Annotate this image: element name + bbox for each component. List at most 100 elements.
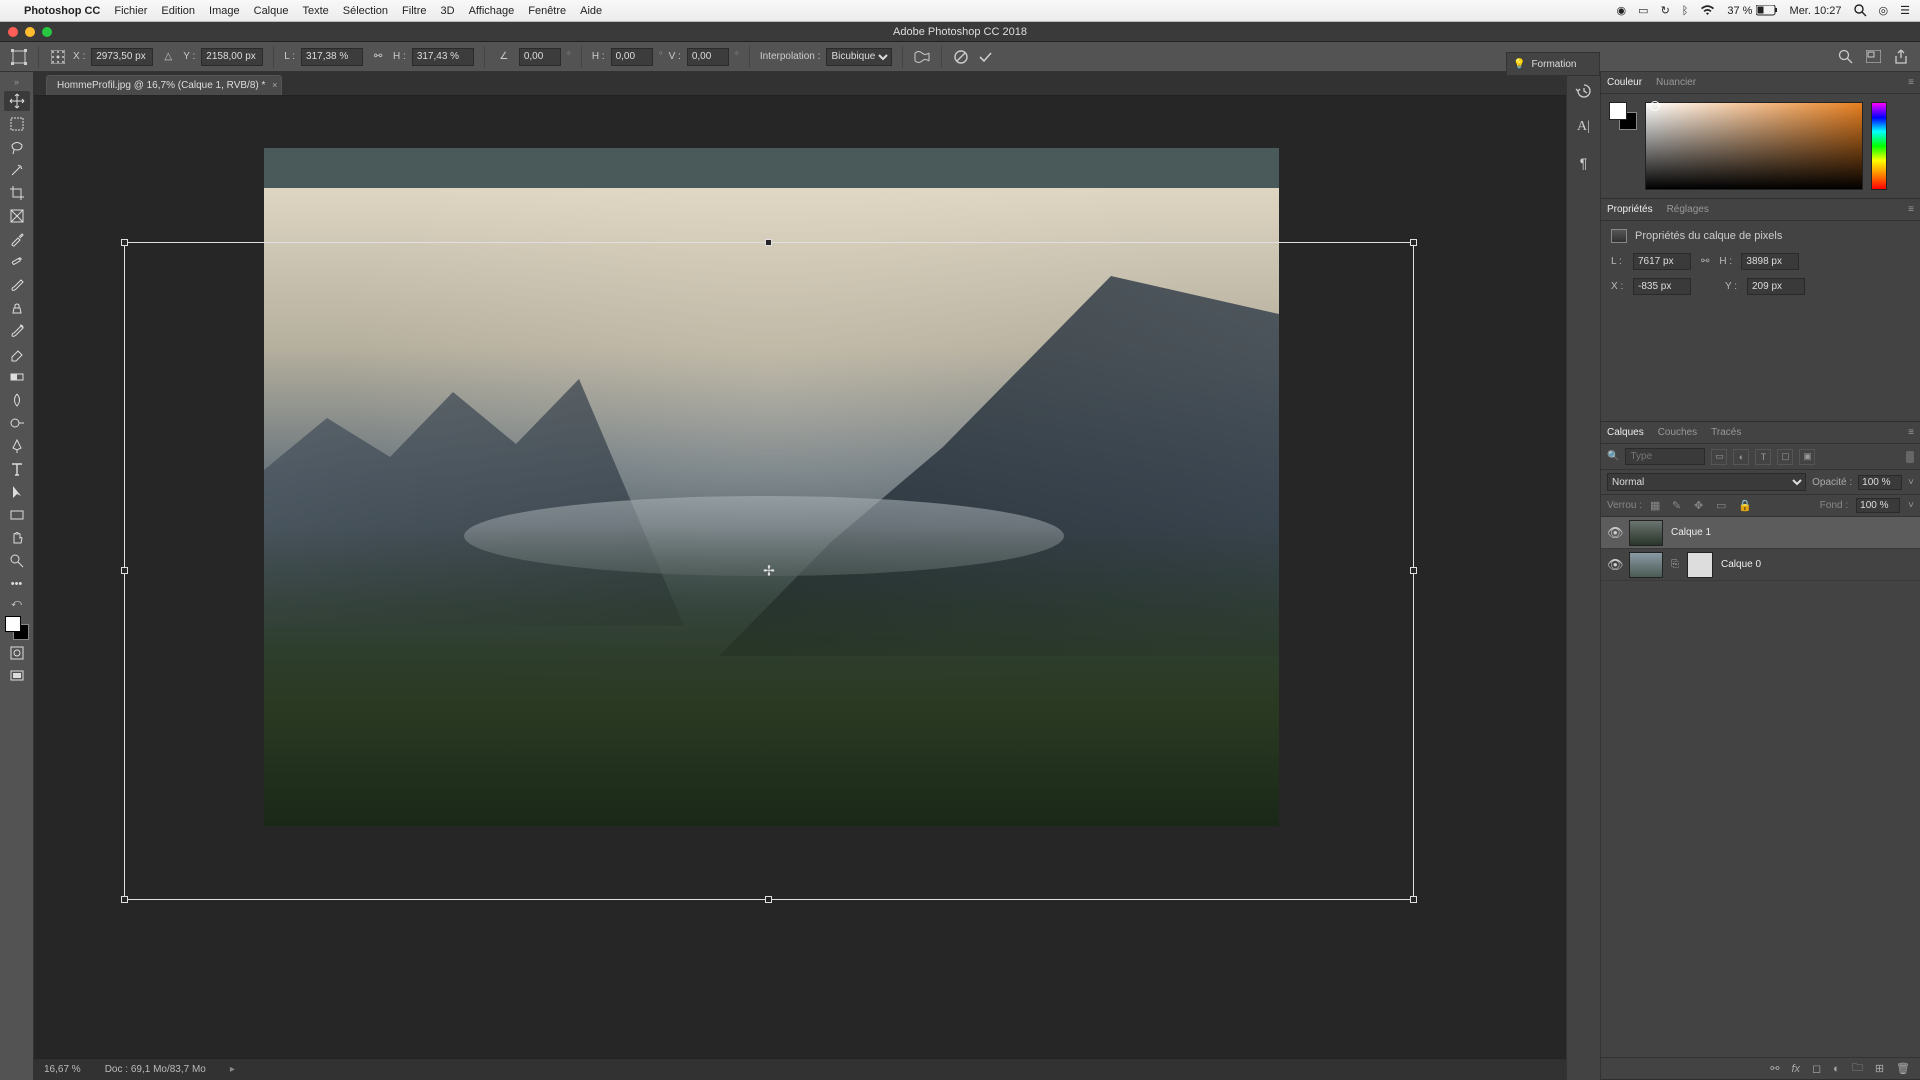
layer-name[interactable]: Calque 1 xyxy=(1671,527,1711,538)
marquee-tool[interactable] xyxy=(4,114,30,134)
adjustment-layer-icon[interactable]: ◐ xyxy=(1833,1063,1840,1075)
paragraph-panel-icon[interactable]: ¶ xyxy=(1573,152,1595,174)
gradient-tool[interactable] xyxy=(4,367,30,387)
color-field[interactable] xyxy=(1645,102,1863,190)
hue-slider[interactable] xyxy=(1871,102,1887,190)
layer-thumbnail[interactable] xyxy=(1629,552,1663,578)
transform-handle-bc[interactable] xyxy=(765,896,772,903)
path-selection-tool[interactable] xyxy=(4,482,30,502)
menu-affichage[interactable]: Affichage xyxy=(469,5,515,17)
clone-stamp-tool[interactable] xyxy=(4,298,30,318)
menu-image[interactable]: Image xyxy=(209,5,240,17)
document-tab[interactable]: HommeProfil.jpg @ 16,7% (Calque 1, RVB/8… xyxy=(46,75,282,95)
layer-thumbnail[interactable] xyxy=(1629,520,1663,546)
tab-couleur[interactable]: Couleur xyxy=(1607,77,1642,88)
filter-toggle-icon[interactable] xyxy=(1906,451,1914,463)
type-tool[interactable] xyxy=(4,459,30,479)
menu-calque[interactable]: Calque xyxy=(254,5,289,17)
y-field[interactable] xyxy=(201,48,263,66)
spotlight-icon[interactable] xyxy=(1854,4,1867,17)
blur-tool[interactable] xyxy=(4,390,30,410)
move-tool[interactable] xyxy=(4,91,30,111)
opacity-field[interactable] xyxy=(1858,475,1902,490)
layer-item[interactable]: 👁 Calque 1 xyxy=(1601,517,1920,549)
skew-v-field[interactable] xyxy=(687,48,729,66)
menu-filtre[interactable]: Filtre xyxy=(402,5,426,17)
fill-field[interactable] xyxy=(1856,498,1900,513)
dodge-tool[interactable] xyxy=(4,413,30,433)
layer-name[interactable]: Calque 0 xyxy=(1721,559,1761,570)
clock[interactable]: Mer. 10:27 xyxy=(1790,5,1842,17)
x-field[interactable] xyxy=(91,48,153,66)
tab-calques[interactable]: Calques xyxy=(1607,427,1644,438)
layer-visibility-icon[interactable]: 👁 xyxy=(1607,557,1621,573)
search-icon[interactable] xyxy=(1836,48,1854,66)
brush-tool[interactable] xyxy=(4,275,30,295)
collapse-toolbar-icon[interactable]: » xyxy=(4,76,30,88)
blend-mode-select[interactable]: Normal xyxy=(1607,473,1806,491)
prop-y-field[interactable] xyxy=(1747,278,1805,295)
transform-handle-tl[interactable] xyxy=(121,239,128,246)
hand-tool[interactable] xyxy=(4,528,30,548)
app-name[interactable]: Photoshop CC xyxy=(24,5,100,17)
close-window-button[interactable] xyxy=(8,27,18,37)
angle-field[interactable] xyxy=(519,48,561,66)
lock-pixels-icon[interactable]: ✎ xyxy=(1672,499,1686,512)
swap-colors-icon[interactable]: ⤺ xyxy=(4,597,30,609)
crop-tool[interactable] xyxy=(4,183,30,203)
formation-panel-collapsed[interactable]: 💡 Formation xyxy=(1506,52,1600,76)
history-panel-icon[interactable] xyxy=(1573,80,1595,102)
airplay-icon[interactable]: ▭ xyxy=(1638,4,1648,17)
layer-mask-thumbnail[interactable] xyxy=(1687,552,1713,578)
tab-reglages[interactable]: Réglages xyxy=(1667,204,1709,215)
tab-proprietes[interactable]: Propriétés xyxy=(1607,204,1653,215)
transform-handle-mr[interactable] xyxy=(1410,567,1417,574)
zoom-level[interactable]: 16,67 % xyxy=(44,1064,81,1075)
eraser-tool[interactable] xyxy=(4,344,30,364)
layer-visibility-icon[interactable]: 👁 xyxy=(1607,525,1621,541)
menu-selection[interactable]: Sélection xyxy=(343,5,388,17)
filter-shape-icon[interactable]: ▢ xyxy=(1777,449,1793,465)
canvas[interactable]: ✢ xyxy=(34,96,1566,1058)
menu-fenetre[interactable]: Fenêtre xyxy=(528,5,566,17)
add-mask-icon[interactable]: ◻ xyxy=(1812,1062,1821,1075)
cancel-transform-icon[interactable] xyxy=(952,48,970,66)
layer-filter-type[interactable] xyxy=(1625,448,1705,465)
menu-3d[interactable]: 3D xyxy=(441,5,455,17)
menu-fichier[interactable]: Fichier xyxy=(114,5,147,17)
doc-info[interactable]: Doc : 69,1 Mo/83,7 Mo xyxy=(105,1064,206,1075)
new-layer-icon[interactable]: ⊞ xyxy=(1875,1062,1884,1075)
delete-layer-icon[interactable]: 🗑 xyxy=(1896,1062,1910,1075)
character-panel-icon[interactable]: A| xyxy=(1573,116,1595,138)
fill-dropdown-icon[interactable]: ˅ xyxy=(1908,500,1914,511)
lock-artboard-icon[interactable]: ▭ xyxy=(1716,499,1730,512)
eyedropper-tool[interactable] xyxy=(4,229,30,249)
filter-pixel-icon[interactable]: ▭ xyxy=(1711,449,1727,465)
quick-mask-icon[interactable] xyxy=(4,643,30,663)
lock-position-icon[interactable]: ✥ xyxy=(1694,499,1708,512)
color-fg-bg-swatch[interactable] xyxy=(1609,102,1637,130)
prop-h-field[interactable] xyxy=(1741,253,1799,270)
zoom-window-button[interactable] xyxy=(42,27,52,37)
lasso-tool[interactable] xyxy=(4,137,30,157)
prop-x-field[interactable] xyxy=(1633,278,1691,295)
filter-smart-icon[interactable]: ▣ xyxy=(1799,449,1815,465)
magic-wand-tool[interactable] xyxy=(4,160,30,180)
layer-filter-search-icon[interactable]: 🔍 xyxy=(1607,451,1619,462)
share-icon[interactable] xyxy=(1892,48,1910,66)
screen-mode-icon[interactable] xyxy=(4,666,30,686)
transform-handle-br[interactable] xyxy=(1410,896,1417,903)
warp-mode-icon[interactable] xyxy=(913,48,931,66)
minimize-window-button[interactable] xyxy=(25,27,35,37)
transform-tool-icon[interactable] xyxy=(10,48,28,66)
layer-mask-link-icon[interactable]: ⎘ xyxy=(1671,559,1679,570)
tab-nuancier[interactable]: Nuancier xyxy=(1656,77,1696,88)
foreground-background-colors[interactable] xyxy=(5,616,29,640)
rectangle-tool[interactable] xyxy=(4,505,30,525)
filter-type-icon[interactable]: T xyxy=(1755,449,1771,465)
w-field[interactable] xyxy=(301,48,363,66)
pen-tool[interactable] xyxy=(4,436,30,456)
bluetooth-icon[interactable]: ᛒ xyxy=(1682,5,1689,17)
link-wh-icon[interactable]: ⚯ xyxy=(369,48,387,66)
filter-adjustment-icon[interactable]: ◐ xyxy=(1733,449,1749,465)
